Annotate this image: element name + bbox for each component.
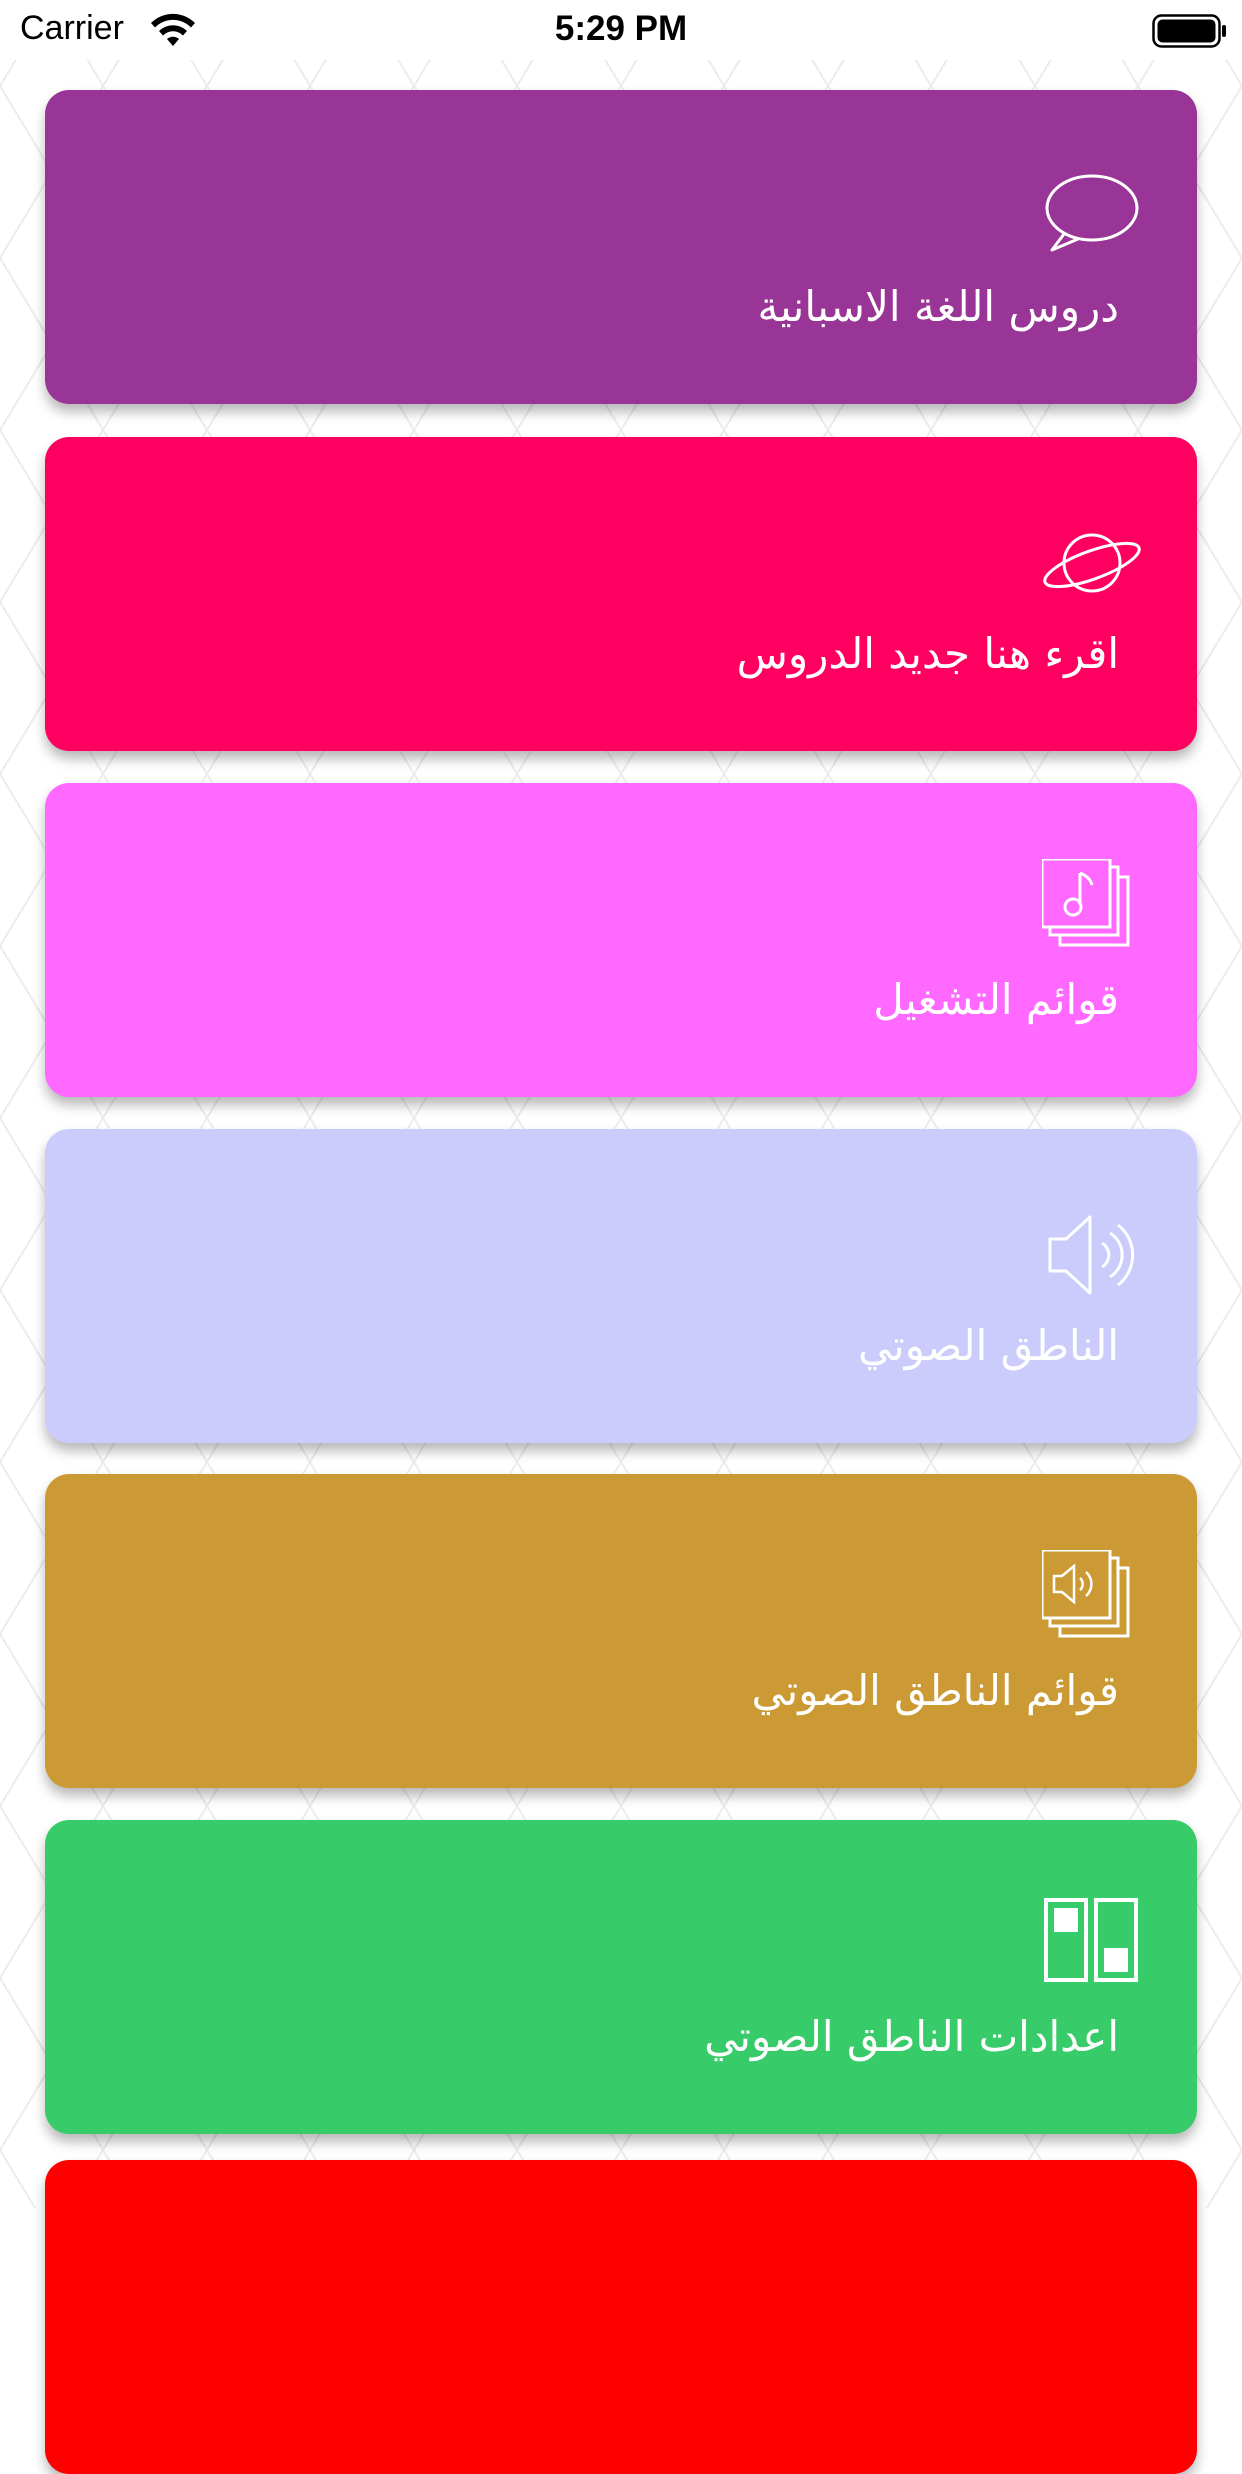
card-text-to-speech[interactable]: الناطق الصوتي [45,1129,1197,1443]
battery-icon [1152,14,1226,48]
card-speech-playlists[interactable]: قوائم الناطق الصوتي [45,1474,1197,1788]
speaker-icon [1048,1215,1135,1295]
card-speech-settings[interactable]: اعدادات الناطق الصوتي [45,1820,1197,2134]
music-playlist-icon [1042,859,1130,947]
planet-icon [1043,533,1141,593]
speaker-playlist-icon [1042,1550,1130,1638]
card-label: دروس اللغة الاسبانية [757,282,1119,331]
card-label: اعدادات الناطق الصوتي [704,2012,1119,2061]
card-playlists[interactable]: قوائم التشغيل [45,783,1197,1097]
menu-card-list: دروس اللغة الاسبانية اقرء هنا جديد الدرو… [0,0,1242,2474]
card-label: قوائم التشغيل [873,975,1119,1024]
card-label: الناطق الصوتي [857,1321,1119,1370]
status-bar: Carrier 5:29 PM [0,0,1242,60]
speech-bubble-icon [1045,174,1139,252]
status-time: 5:29 PM [554,9,688,48]
card-new-lessons[interactable]: اقرء هنا جديد الدروس [45,437,1197,751]
card-label: قوائم الناطق الصوتي [751,1666,1119,1715]
card-label: اقرء هنا جديد الدروس [736,629,1119,678]
card-partial[interactable] [45,2160,1197,2474]
settings-switches-icon [1044,1898,1138,1982]
card-spanish-lessons[interactable]: دروس اللغة الاسبانية [45,90,1197,404]
